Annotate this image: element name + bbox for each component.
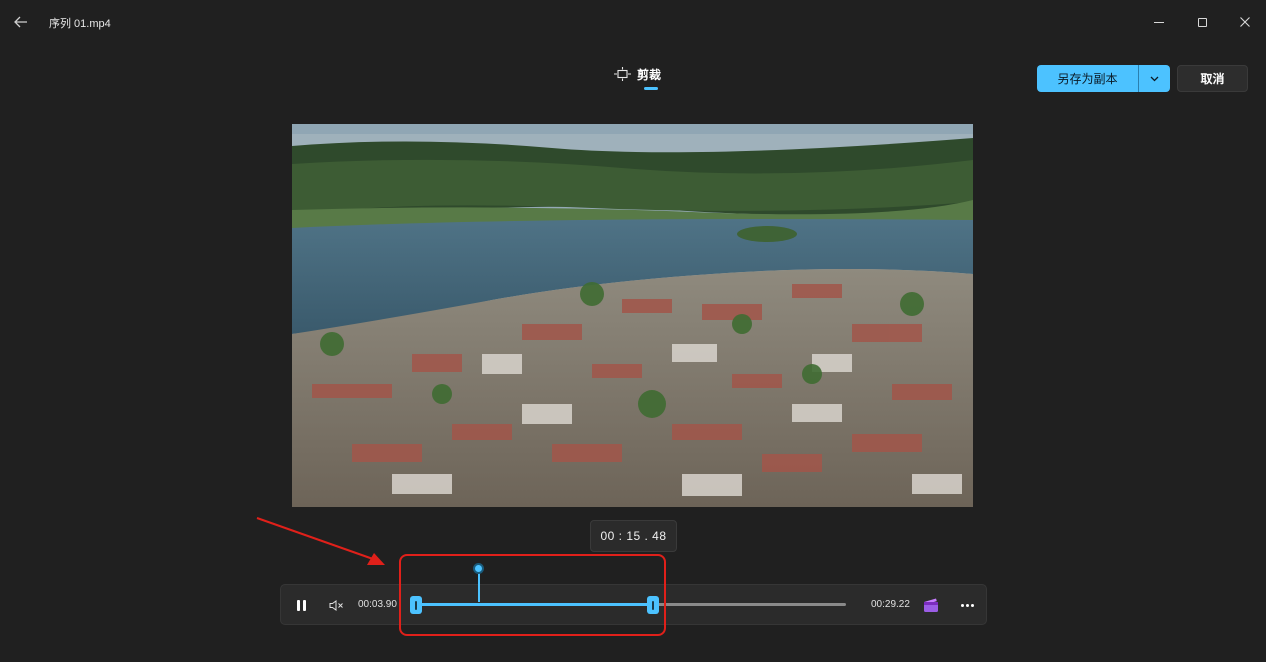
cancel-button[interactable]: 取消	[1177, 65, 1248, 92]
video-preview[interactable]	[292, 124, 973, 507]
pause-button[interactable]	[291, 595, 311, 615]
save-copy-split-button: 另存为副本	[1037, 65, 1170, 92]
clapperboard-icon	[924, 598, 938, 612]
trim-icon	[614, 67, 631, 81]
pause-icon	[296, 599, 306, 611]
more-options-button[interactable]	[957, 596, 977, 614]
minimize-button[interactable]	[1147, 11, 1171, 33]
close-button[interactable]	[1233, 11, 1257, 33]
video-frame-image	[292, 124, 973, 507]
window-title: 序列 01.mp4	[49, 18, 111, 30]
playhead-time-tooltip: 00 : 15 . 48	[590, 520, 677, 552]
trim-start-time: 00:03.90	[358, 599, 397, 610]
active-tab-indicator	[644, 87, 658, 90]
title-bar: 序列 01.mp4	[0, 0, 1266, 44]
close-icon	[1240, 17, 1250, 27]
mute-button[interactable]	[327, 596, 345, 614]
save-copy-button[interactable]: 另存为副本	[1037, 65, 1138, 92]
clip-button[interactable]	[923, 597, 939, 613]
back-button[interactable]	[10, 12, 32, 32]
trim-end-time: 00:29.22	[871, 599, 910, 610]
annotation-arrow-icon	[256, 517, 385, 565]
minimize-icon	[1154, 21, 1164, 23]
chevron-down-icon	[1150, 76, 1159, 81]
save-options-dropdown[interactable]	[1139, 65, 1170, 92]
tab-trim[interactable]: 剪裁	[614, 64, 661, 84]
tab-trim-label: 剪裁	[637, 67, 662, 82]
more-icon	[960, 603, 974, 607]
maximize-button[interactable]	[1190, 11, 1214, 33]
mute-icon	[329, 599, 343, 611]
annotation-highlight-box	[399, 554, 666, 636]
back-arrow-icon	[14, 16, 27, 28]
maximize-icon	[1197, 17, 1207, 27]
